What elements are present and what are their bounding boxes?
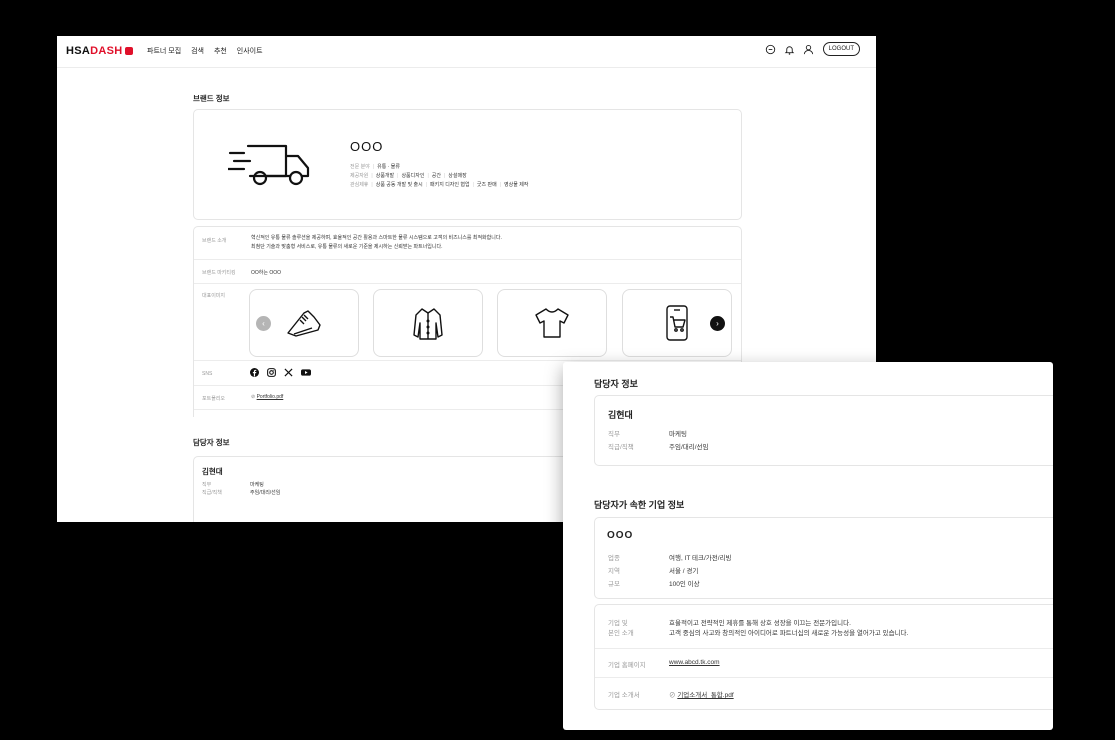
delivery-truck-icon <box>228 144 310 186</box>
company-region-value: 서울 / 경기 <box>669 568 699 575</box>
field-value: 굿즈 판매 <box>476 182 497 188</box>
paperclip-icon: ⊘ <box>251 394 256 400</box>
field-value: 상설매장 <box>448 173 467 179</box>
intro-label-line: 기업 및 <box>608 620 628 627</box>
bell-icon[interactable] <box>784 44 795 55</box>
header-actions: LOGOUT <box>757 42 860 56</box>
intro-label-line: 본인 소개 <box>608 630 634 637</box>
logout-button[interactable]: LOGOUT <box>822 42 860 56</box>
logo-mark-icon <box>124 47 133 55</box>
manager-rank-label: 직급/직책 <box>202 490 222 496</box>
manager-role-value-zoom: 마케팅 <box>669 431 687 438</box>
portfolio-label: 포트폴리오 <box>202 396 226 402</box>
user-icon[interactable] <box>803 44 814 55</box>
brand-intro-text: 혁신적인 유통 물류 솔루션을 제공하며, 효율적인 공간 활용과 스마트한 물… <box>251 234 502 252</box>
brochure-link[interactable]: ⊘ 기업소개서_통합.pdf <box>669 689 734 699</box>
company-size-label: 규모 <box>608 581 620 588</box>
homepage-label: 기업 홈페이지 <box>608 662 646 669</box>
manager-card-zoom: 김현대 직무 마케팅 직급/직책 주임/대리/선임 <box>594 395 1053 466</box>
top-navigation-bar: HSADASH 파트너 모집 검색 추천 인사이트 LOGOUT <box>57 36 876 68</box>
tshirt-icon <box>535 308 569 338</box>
intro-line: 혁신적인 유통 물류 솔루션을 제공하며, 효율적인 공간 활용과 스마트한 물… <box>251 235 502 241</box>
brand-name: OOO <box>350 139 384 154</box>
manager-role-value: 마케팅 <box>250 482 264 488</box>
x-icon[interactable] <box>284 368 293 377</box>
image-thumb-tshirt[interactable] <box>497 289 607 357</box>
nav-item-recommend[interactable]: 추천 <box>214 48 227 55</box>
intro-label: 브랜드 소개 <box>202 238 227 244</box>
paperclip-icon: ⊘ <box>669 692 676 699</box>
sns-label: SNS <box>202 371 213 377</box>
carousel-next-button[interactable]: › <box>710 316 725 331</box>
company-intro-text: 효율적이고 전략적인 제휴를 통해 상호 성장을 이끄는 전문가입니다. 고객 … <box>669 619 908 639</box>
company-summary-card: OOO 업종 여행, IT 테크/가전/리빙 지역 서울 / 경기 규모 100… <box>594 517 1053 599</box>
intro-line: 최첨단 기술과 맞춤형 서비스로, 유통 물류의 새로운 기준을 제시하는 신뢰… <box>251 244 443 250</box>
manager-role-label: 직무 <box>202 482 212 488</box>
logo-text-accent: DASH <box>90 45 123 57</box>
logo-text-main: HSA <box>66 45 91 57</box>
field-value: 상품디자인 <box>401 173 425 179</box>
company-detail-card: 기업 및 본인 소개 효율적이고 전략적인 제휴를 통해 상호 성장을 이끄는 … <box>594 604 1053 710</box>
field-value: 상품 공동 개발 및 출시 <box>375 182 423 188</box>
field-value: 상품개발 <box>375 173 395 179</box>
manager-section-title: 담당자 정보 <box>193 438 230 447</box>
field-value: 패키지 디자인 협업 <box>430 182 470 188</box>
image-thumb-shirt[interactable] <box>373 289 483 357</box>
field-specialty: 전문 분야 | 유통 · 물류 <box>350 164 400 170</box>
facebook-icon[interactable] <box>250 368 259 377</box>
instagram-icon[interactable] <box>267 368 276 377</box>
phone-cart-icon <box>666 305 688 341</box>
company-region-label: 지역 <box>608 568 620 575</box>
field-resources: 제공자원 | 상품개발 | 상품디자인 | 공간 | 상설매장 <box>350 173 467 179</box>
youtube-icon[interactable] <box>301 368 311 377</box>
company-intro-label: 기업 및 본인 소개 <box>608 619 634 639</box>
manager-section-title-zoom: 담당자 정보 <box>594 379 638 389</box>
field-value: 공간 <box>431 173 441 179</box>
field-label: 제공자원 <box>350 173 369 179</box>
mascot-label: 브랜드 마키티킹 <box>202 270 236 276</box>
company-size-value: 100인 이상 <box>669 581 700 588</box>
brand-logo[interactable]: HSADASH <box>66 45 133 57</box>
brochure-label: 기업 소개서 <box>608 692 640 699</box>
portfolio-file-name[interactable]: Portfolio.pdf <box>257 394 284 400</box>
sneaker-icon <box>287 310 321 337</box>
brand-section-title: 브랜드 정보 <box>193 94 230 103</box>
field-interests: 관심제휴 | 상품 공동 개발 및 출시 | 패키지 디자인 협업 | 굿즈 판매 | 영상물 … <box>350 182 529 188</box>
carousel-prev-button[interactable]: ‹ <box>256 316 271 331</box>
main-nav: 파트너 모집 검색 추천 인사이트 <box>147 46 271 56</box>
manager-company-window: 담당자 정보 김현대 직무 마케팅 직급/직책 주임/대리/선임 담당자가 속한… <box>563 362 1053 730</box>
homepage-link[interactable]: www.abcd.tk.com <box>669 659 720 666</box>
field-label: 전문 분야 <box>350 164 370 170</box>
chat-icon[interactable] <box>765 44 776 55</box>
manager-rank-value: 주임/대리/선임 <box>250 490 281 496</box>
company-industry-value: 여행, IT 테크/가전/리빙 <box>669 555 732 562</box>
brand-fields: 전문 분야 | 유통 · 물류 제공자원 | 상품개발 | 상품디자인 | 공간 | 상설매장 관심… <box>350 163 528 190</box>
nav-item-insight[interactable]: 인사이트 <box>237 48 263 55</box>
manager-name: 김현대 <box>202 467 223 476</box>
images-label: 대표이미지 <box>202 293 226 299</box>
nav-item-partner-recruit[interactable]: 파트너 모집 <box>147 48 181 55</box>
company-industry-label: 업종 <box>608 555 620 562</box>
field-label: 관심제휴 <box>350 182 369 188</box>
brand-summary-card: OOO 전문 분야 | 유통 · 물류 제공자원 | 상품개발 | 상품디자인 | 공간 | 상설매… <box>193 109 742 220</box>
intro-line: 효율적이고 전략적인 제휴를 통해 상호 성장을 이끄는 전문가입니다. <box>669 620 851 627</box>
field-value: 유통 · 물류 <box>377 164 400 170</box>
brochure-file-name[interactable]: 기업소개서_통합.pdf <box>677 692 733 699</box>
manager-rank-label-zoom: 직급/직책 <box>608 444 634 451</box>
field-value: 영상물 제작 <box>504 182 529 188</box>
company-name: OOO <box>607 530 634 541</box>
company-section-title: 담당자가 속한 기업 정보 <box>594 500 685 510</box>
mascot-value: OO하는 OOO <box>251 270 282 276</box>
shirt-icon <box>413 308 443 340</box>
manager-role-label-zoom: 직무 <box>608 431 620 438</box>
sns-links <box>250 368 311 377</box>
manager-rank-value-zoom: 주임/대리/선임 <box>669 444 709 451</box>
portfolio-link[interactable]: ⊘ Portfolio.pdf <box>251 394 283 400</box>
nav-item-search[interactable]: 검색 <box>191 48 204 55</box>
manager-name-zoom: 김현대 <box>608 410 633 420</box>
intro-line: 고객 중심의 사고와 창의적인 아이디어로 파트너십의 새로운 가능성을 열어가… <box>669 630 909 637</box>
